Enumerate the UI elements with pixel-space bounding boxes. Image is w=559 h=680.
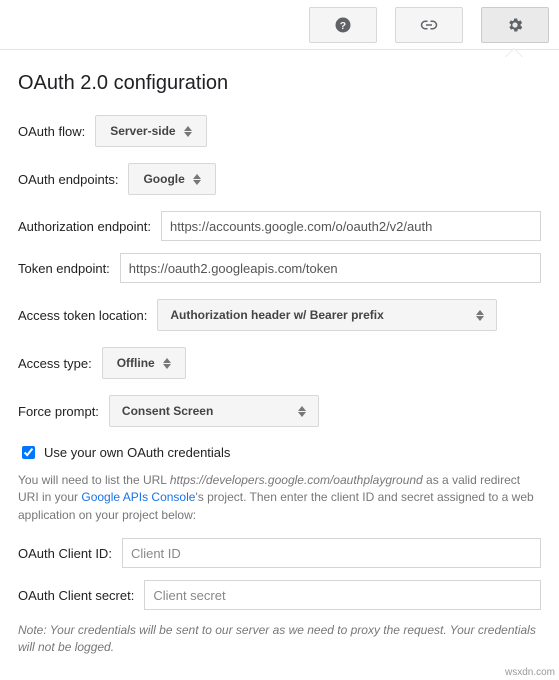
- token-endpoint-input[interactable]: [120, 253, 541, 283]
- sort-icon: [298, 406, 306, 417]
- help-icon: ?: [334, 16, 352, 34]
- help-pre: You will need to list the URL: [18, 473, 170, 487]
- access-type-label: Access type:: [18, 356, 92, 371]
- link-button[interactable]: [395, 7, 463, 43]
- settings-button[interactable]: [481, 7, 549, 43]
- own-credentials-label: Use your own OAuth credentials: [44, 445, 230, 460]
- svg-text:?: ?: [340, 19, 346, 31]
- client-id-input[interactable]: [122, 538, 541, 568]
- oauth-flow-label: OAuth flow:: [18, 124, 85, 139]
- sort-icon: [193, 174, 201, 185]
- sort-icon: [476, 310, 484, 321]
- own-credentials-checkbox[interactable]: [22, 446, 35, 459]
- access-type-value: Offline: [117, 356, 155, 370]
- toolbar: ?: [0, 0, 559, 50]
- attribution: wsxdn.com: [505, 667, 555, 678]
- force-prompt-label: Force prompt:: [18, 404, 99, 419]
- token-location-label: Access token location:: [18, 308, 147, 323]
- oauth-flow-value: Server-side: [110, 124, 175, 138]
- link-icon: [420, 16, 438, 34]
- token-endpoint-label: Token endpoint:: [18, 261, 110, 276]
- access-type-select[interactable]: Offline: [102, 347, 186, 379]
- help-text: You will need to list the URL https://de…: [18, 472, 541, 524]
- oauth-endpoints-select[interactable]: Google: [128, 163, 215, 195]
- token-location-value: Authorization header w/ Bearer prefix: [170, 308, 383, 322]
- help-url: https://developers.google.com/oauthplayg…: [170, 473, 423, 487]
- client-secret-label: OAuth Client secret:: [18, 588, 134, 603]
- force-prompt-value: Consent Screen: [122, 404, 213, 418]
- token-location-select[interactable]: Authorization header w/ Bearer prefix: [157, 299, 497, 331]
- google-apis-console-link[interactable]: Google APIs Console: [81, 490, 195, 504]
- oauth-endpoints-label: OAuth endpoints:: [18, 172, 118, 187]
- sort-icon: [163, 358, 171, 369]
- auth-endpoint-label: Authorization endpoint:: [18, 219, 151, 234]
- auth-endpoint-input[interactable]: [161, 211, 541, 241]
- oauth-endpoints-value: Google: [143, 172, 184, 186]
- help-button[interactable]: ?: [309, 7, 377, 43]
- sort-icon: [184, 126, 192, 137]
- credentials-note: Note: Your credentials will be sent to o…: [18, 622, 541, 656]
- gear-icon: [506, 16, 524, 34]
- client-id-label: OAuth Client ID:: [18, 546, 112, 561]
- oauth-config-panel: OAuth 2.0 configuration OAuth flow: Serv…: [0, 50, 559, 664]
- client-secret-input[interactable]: [144, 580, 541, 610]
- oauth-flow-select[interactable]: Server-side: [95, 115, 206, 147]
- page-title: OAuth 2.0 configuration: [18, 72, 541, 95]
- force-prompt-select[interactable]: Consent Screen: [109, 395, 319, 427]
